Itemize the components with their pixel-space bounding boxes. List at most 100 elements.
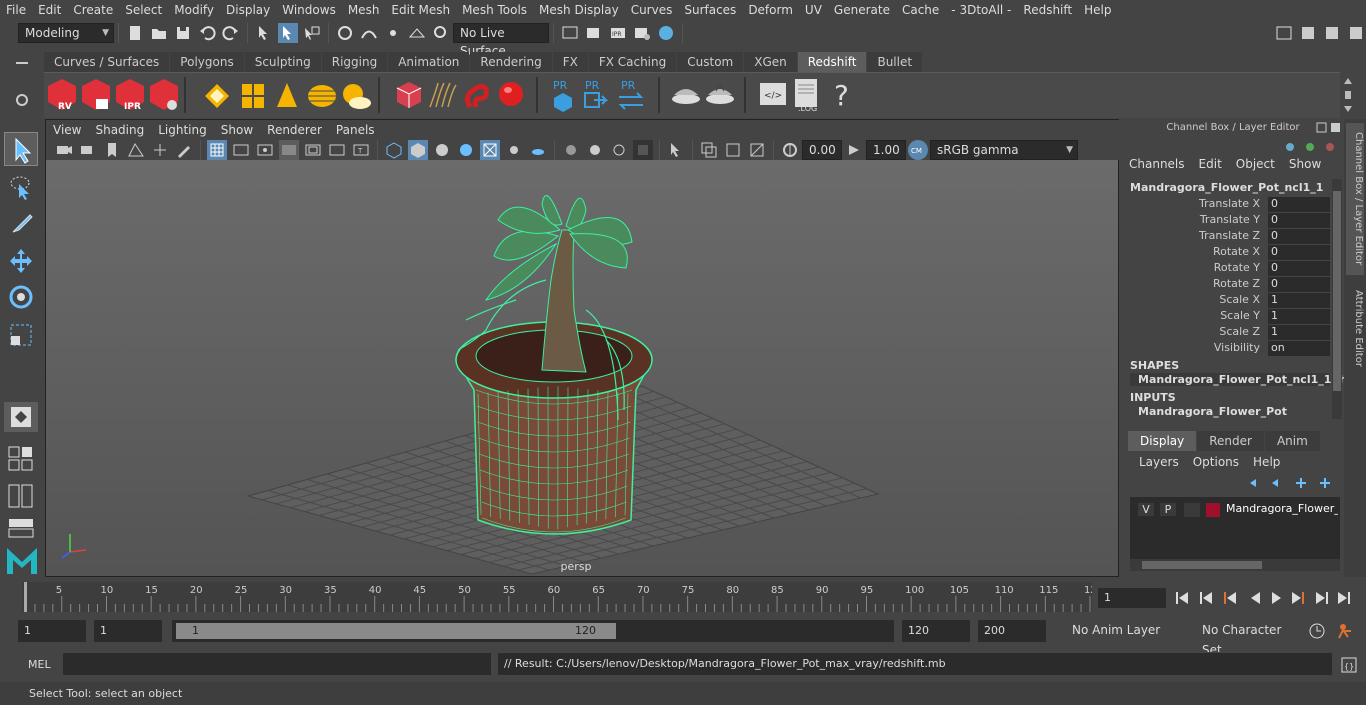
shadows-icon[interactable]	[528, 140, 548, 160]
render-settings-icon[interactable]	[632, 23, 652, 43]
float-panel-icon[interactable]	[1316, 122, 1328, 137]
redshift-render-pass-icon[interactable]	[670, 81, 702, 114]
step-back-key-icon[interactable]	[1200, 592, 1212, 604]
close-panel-icon[interactable]	[1330, 122, 1342, 137]
bookmark-icon[interactable]	[102, 140, 122, 160]
motion-blur-icon[interactable]	[585, 140, 605, 160]
shelf-tab-redshift[interactable]: Redshift	[797, 52, 867, 72]
snap-to-grid-icon[interactable]	[335, 23, 355, 43]
shelf-tab-xgen[interactable]: XGen	[744, 52, 797, 72]
attribute-row[interactable]: Rotate Z 0	[1122, 277, 1332, 293]
camera-attributes-icon[interactable]	[78, 140, 98, 160]
render-current-frame-icon[interactable]	[584, 23, 604, 43]
four-view-layout-icon[interactable]	[6, 444, 36, 474]
snap-to-view-plane-icon[interactable]	[407, 23, 427, 43]
modeling-toolkit-icon[interactable]	[1298, 23, 1318, 43]
redshift-ipr-icon[interactable]: IPR	[114, 77, 146, 116]
attribute-value-field[interactable]: on	[1268, 341, 1330, 356]
snap-to-point-icon[interactable]	[383, 23, 403, 43]
layer-playback-toggle[interactable]: P	[1160, 503, 1176, 516]
safe-action-icon[interactable]	[327, 140, 347, 160]
layer-row[interactable]: V P Mandragora_Flower_P	[1134, 501, 1338, 519]
smooth-shading-icon[interactable]	[408, 140, 428, 160]
attribute-value-field[interactable]: 0	[1268, 213, 1330, 228]
make-live-icon[interactable]	[431, 23, 451, 43]
attribute-value-field[interactable]: 0	[1268, 229, 1330, 244]
gate-mask-icon[interactable]	[279, 140, 299, 160]
layer-visibility-toggle[interactable]: V	[1138, 503, 1154, 516]
color-management-icon[interactable]: CM	[908, 140, 928, 160]
menu-uv[interactable]: UV	[799, 3, 828, 17]
layer-menu-options[interactable]: Options	[1186, 455, 1246, 473]
menu-modify[interactable]: Modify	[168, 3, 220, 17]
shelf-tab-rendering[interactable]: Rendering	[470, 52, 552, 72]
viewport-menu-show[interactable]: Show	[214, 123, 260, 137]
shelf-tab-polygons[interactable]: Polygons	[170, 52, 244, 72]
script-editor-icon[interactable]: {}	[1340, 656, 1358, 677]
play-backwards-icon[interactable]	[1251, 592, 1260, 604]
shelf-tab-fx[interactable]: FX	[552, 52, 588, 72]
redshift-portal-light-icon[interactable]	[238, 81, 268, 114]
safe-title-icon[interactable]: T	[351, 140, 371, 160]
new-layer-icon[interactable]	[1296, 478, 1306, 488]
grease-pencil-icon[interactable]	[174, 140, 194, 160]
exposure-icon[interactable]	[780, 140, 800, 160]
range-slider-handle[interactable]: 1 120	[176, 623, 616, 639]
live-surface-field[interactable]: No Live Surface	[453, 23, 549, 58]
new-layer-selected-icon[interactable]	[1320, 478, 1330, 488]
default-material-icon[interactable]	[432, 140, 452, 160]
timeline-ruler[interactable]: 5 10 15 20 25 30 35 40 45 50 55 60 65 70 75 80 85 90 95 100…	[22, 582, 1097, 612]
attribute-row[interactable]: Rotate Y 0	[1122, 261, 1332, 277]
layer-menu-help[interactable]: Help	[1246, 455, 1287, 473]
anim-layer-dropdown[interactable]: No Anim Layer	[1066, 620, 1170, 642]
current-frame-field[interactable]: 1	[1098, 588, 1166, 608]
wireframe-on-shaded-icon[interactable]	[456, 140, 476, 160]
menu-cache[interactable]: Cache	[896, 3, 945, 17]
step-forward-frame-icon[interactable]	[1292, 592, 1304, 604]
menu-edit-mesh[interactable]: Edit Mesh	[385, 3, 456, 17]
layer-type-toggle[interactable]	[1184, 503, 1200, 517]
shelf-tab-curves-surfaces[interactable]: Curves / Surfaces	[44, 52, 170, 72]
layer-tab-render[interactable]: Render	[1197, 431, 1264, 451]
menu-3dtoall[interactable]: - 3DtoAll -	[945, 3, 1017, 17]
current-time-indicator[interactable]	[24, 582, 27, 612]
two-d-pan-zoom-icon[interactable]	[150, 140, 170, 160]
new-scene-icon[interactable]	[125, 23, 145, 43]
redshift-export-proxy-icon[interactable]: PR	[582, 77, 609, 116]
layer-hscrollbar[interactable]	[1130, 559, 1340, 571]
playback-start-field[interactable]: 1	[94, 620, 162, 642]
lasso-tool-icon[interactable]	[6, 172, 36, 202]
screen-space-ao-icon[interactable]	[561, 140, 581, 160]
mel-label[interactable]: MEL	[28, 658, 51, 671]
animation-start-field[interactable]: 1	[18, 620, 86, 642]
menu-generate[interactable]: Generate	[828, 3, 896, 17]
shelf-tab-sculpting[interactable]: Sculpting	[244, 52, 321, 72]
viewport-canvas[interactable]: persp	[46, 160, 1118, 576]
menu-mesh[interactable]: Mesh	[342, 3, 386, 17]
go-to-end-icon[interactable]	[1338, 592, 1350, 604]
field-chart-icon[interactable]	[303, 140, 323, 160]
layer-menu-layers[interactable]: Layers	[1132, 455, 1186, 473]
step-back-frame-icon[interactable]	[1224, 592, 1236, 604]
viewport-menu-shading[interactable]: Shading	[88, 123, 151, 137]
redshift-help-icon[interactable]: ?	[830, 77, 854, 116]
channel-box-menu-channels[interactable]: Channels	[1122, 157, 1192, 177]
redshift-proxy-swap-icon[interactable]: PR	[616, 77, 646, 116]
shelf-tab-fx-caching[interactable]: FX Caching	[588, 52, 677, 72]
move-layer-down-icon[interactable]	[1272, 479, 1278, 487]
redshift-area-light-icon[interactable]	[202, 81, 232, 114]
viewport-menu-view[interactable]: View	[46, 123, 88, 137]
redshift-object-properties-icon[interactable]: PR	[550, 77, 576, 116]
channel-box-side-tab[interactable]: Channel Box / Layer Editor	[1346, 123, 1364, 275]
go-to-start-icon[interactable]	[1174, 592, 1188, 604]
shelf-tab-custom[interactable]: Custom	[677, 52, 744, 72]
redshift-settings-icon[interactable]	[148, 77, 180, 116]
input-node-name[interactable]: Mandragora_Flower_Pot	[1130, 405, 1330, 418]
animation-preferences-icon[interactable]	[1336, 622, 1356, 643]
step-forward-key-icon[interactable]	[1316, 592, 1328, 604]
shape-node-name[interactable]: Mandragora_Flower_Pot_ncl1_1Sh...	[1130, 373, 1360, 386]
shelf-settings-icon[interactable]	[14, 92, 30, 108]
character-set-dropdown[interactable]: No Character Set	[1196, 620, 1302, 657]
attribute-row[interactable]: Translate Y 0	[1122, 213, 1332, 229]
channel-box-options-icon[interactable]	[1282, 139, 1342, 158]
